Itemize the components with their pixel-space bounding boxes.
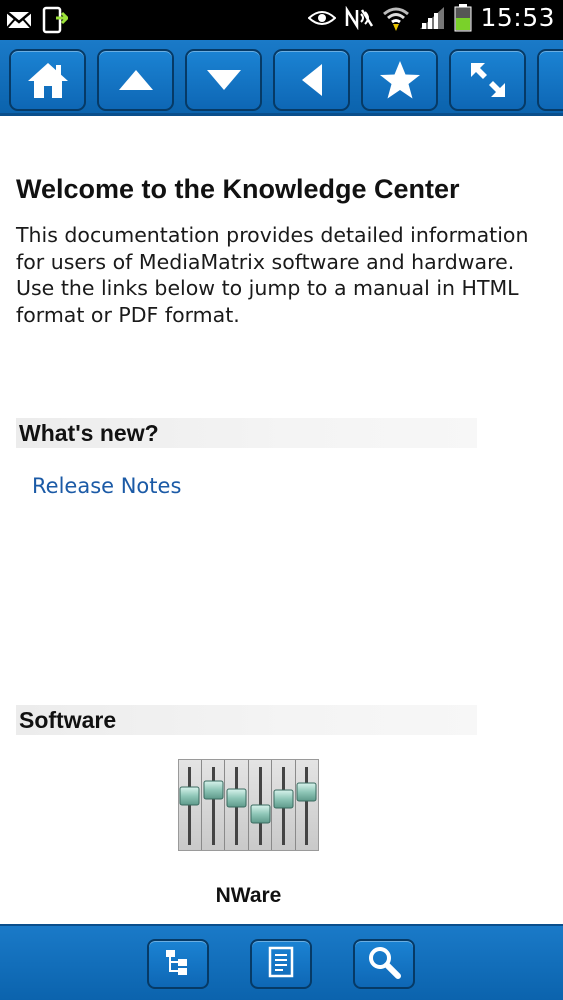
nware-label[interactable]: NWare bbox=[178, 884, 319, 908]
battery-icon bbox=[454, 3, 472, 32]
nware-icon[interactable] bbox=[178, 759, 319, 851]
home-icon bbox=[25, 60, 71, 100]
star-icon bbox=[378, 59, 422, 101]
fullscreen-button[interactable] bbox=[449, 49, 526, 111]
bottom-toolbar bbox=[0, 924, 563, 1000]
tree-icon bbox=[163, 947, 193, 981]
page-title: Welcome to the Knowledge Center bbox=[16, 174, 460, 204]
contents-button[interactable] bbox=[147, 939, 209, 989]
index-button[interactable] bbox=[250, 939, 312, 989]
home-button[interactable] bbox=[9, 49, 86, 111]
arrow-left-icon bbox=[299, 62, 325, 98]
mixer-faders-icon bbox=[178, 759, 319, 851]
arrow-down-icon bbox=[204, 67, 244, 93]
mail-icon bbox=[6, 10, 32, 30]
intro-text: This documentation provides detailed inf… bbox=[16, 223, 529, 327]
arrow-up-icon bbox=[116, 67, 156, 93]
eye-icon bbox=[308, 9, 337, 27]
search-button[interactable] bbox=[353, 939, 415, 989]
wifi-icon bbox=[382, 4, 410, 32]
nfc-icon bbox=[344, 5, 374, 30]
down-button[interactable] bbox=[185, 49, 262, 111]
status-clock: 15:53 bbox=[480, 3, 555, 32]
up-button[interactable] bbox=[97, 49, 174, 111]
back-button[interactable] bbox=[273, 49, 350, 111]
section-heading-whats-new: What's new? bbox=[16, 418, 477, 448]
signal-icon bbox=[418, 5, 446, 31]
status-bar: 15:53 bbox=[0, 0, 563, 40]
top-toolbar bbox=[0, 40, 563, 116]
expand-icon bbox=[468, 60, 508, 100]
favorite-button[interactable] bbox=[361, 49, 438, 111]
search-icon bbox=[367, 945, 401, 983]
section-heading-software: Software bbox=[16, 705, 477, 735]
release-notes-link[interactable]: Release Notes bbox=[32, 474, 181, 498]
content-area: Welcome to the Knowledge Center This doc… bbox=[0, 116, 563, 924]
download-icon bbox=[42, 6, 68, 34]
document-icon bbox=[267, 946, 295, 982]
more-button[interactable] bbox=[537, 49, 563, 111]
